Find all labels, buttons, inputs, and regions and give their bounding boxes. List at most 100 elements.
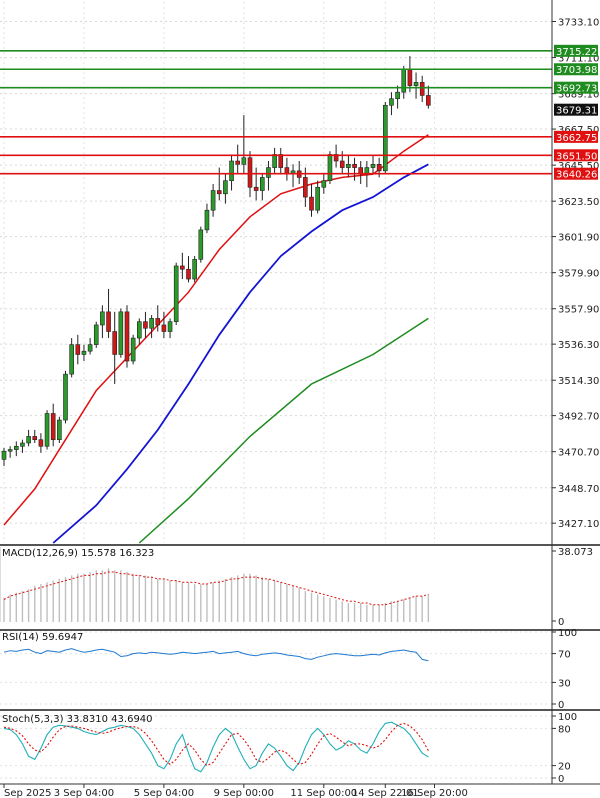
candle-body: [376, 164, 382, 172]
candle-body: [346, 164, 351, 168]
candle-body: [370, 164, 376, 168]
price-tick-label: 3579.90: [558, 269, 599, 280]
candle-body: [118, 311, 124, 355]
candle-body: [173, 265, 179, 322]
resistance-level-label: 3703.98: [556, 65, 597, 76]
x-tick-label: 5 Sep 04:00: [134, 788, 194, 798]
candle-body: [143, 321, 148, 329]
candle-body: [407, 68, 413, 86]
candle-body: [259, 177, 265, 191]
candle-body: [130, 337, 136, 362]
candle-body: [180, 265, 185, 270]
rsi-tick-label: 100: [558, 628, 577, 639]
price-tick-label: 3427.10: [558, 519, 599, 530]
macd-title: MACD(12,26,9) 15.578 16.323: [2, 548, 154, 559]
rsi-tick-label: 70: [558, 650, 571, 661]
candle-body: [253, 186, 259, 191]
candle-body: [186, 268, 191, 280]
candle-body: [272, 154, 277, 168]
stoch-k-line: [3, 721, 429, 773]
candle-body: [278, 154, 284, 168]
stoch-d-line: [3, 722, 429, 767]
candle-body: [161, 324, 167, 332]
candle-body: [413, 82, 419, 86]
stoch-tick-label: 100: [558, 712, 577, 723]
price-tick-label: 3536.30: [558, 340, 599, 351]
candle-body: [149, 318, 154, 329]
candle-body: [426, 95, 431, 106]
ma-fast-line: [3, 134, 429, 526]
candle-body: [20, 442, 25, 447]
candle-body: [382, 104, 388, 172]
candle-body: [75, 344, 81, 355]
candle-body: [100, 311, 105, 326]
stoch-tick-label: 0: [558, 774, 564, 785]
candle-body: [50, 413, 56, 441]
candle-body: [63, 373, 68, 421]
candle-body: [210, 190, 216, 211]
resistance-level-label: 3692.73: [556, 84, 597, 95]
candle-body: [112, 331, 117, 355]
price-tick-label: 3557.90: [558, 305, 599, 316]
current-price-label: 3679.31: [556, 106, 597, 117]
stoch-tick-label: 80: [558, 724, 571, 735]
candle-body: [106, 311, 111, 332]
x-tick-label: 16 Sep 20:00: [401, 788, 468, 798]
price-tick-label: 3492.70: [558, 412, 599, 423]
rsi-tick-label: 30: [558, 678, 571, 689]
candle-body: [229, 160, 234, 181]
rsi-title: RSI(14) 59.6947: [2, 632, 83, 643]
support-level-label: 3651.50: [556, 151, 597, 162]
macd-tick-label: 38.073: [558, 547, 593, 558]
candle-body: [235, 160, 240, 165]
candle-body: [303, 177, 308, 198]
candle-body: [137, 321, 142, 339]
rsi-line: [3, 648, 429, 662]
candle-body: [26, 436, 31, 444]
candle-body: [69, 344, 74, 375]
price-tick-label: 3623.50: [558, 197, 599, 208]
x-tick-label: 11 Sep 00:00: [290, 788, 357, 798]
chart-canvas: 3733.103711.103689.103667.503645.503623.…: [0, 0, 600, 798]
candle-body: [309, 196, 314, 211]
candle-body: [44, 413, 50, 447]
candle-body: [327, 154, 333, 181]
candle-body: [7, 449, 13, 452]
x-tick-label: Sep 2025: [4, 788, 51, 798]
candle-body: [124, 311, 130, 362]
candle-body: [198, 229, 204, 260]
price-tick-label: 3733.10: [558, 18, 599, 29]
candle-body: [395, 91, 400, 100]
candle-body: [419, 82, 425, 96]
candle-body: [266, 167, 271, 178]
candle-body: [155, 318, 161, 326]
candle-body: [401, 68, 407, 93]
candle-body: [87, 344, 93, 352]
macd-signal-line: [3, 571, 429, 606]
candle-body: [223, 180, 228, 195]
candle-body: [352, 164, 357, 168]
candle-body: [167, 321, 173, 332]
candle-body: [38, 439, 44, 447]
macd-tick-label: 0: [558, 617, 564, 628]
x-tick-label: 3 Sep 04:00: [54, 788, 114, 798]
candle-body: [192, 259, 197, 280]
price-tick-label: 3514.30: [558, 376, 599, 387]
stoch-tick-label: 20: [558, 762, 571, 773]
candle-body: [339, 160, 345, 168]
candle-body: [93, 324, 99, 345]
candle-body: [241, 157, 247, 165]
candle-body: [315, 186, 320, 211]
candle-body: [389, 98, 394, 106]
candle-body: [247, 157, 253, 188]
resistance-level-label: 3715.22: [556, 47, 597, 58]
candle-body: [1, 450, 7, 460]
ma-mid-line: [52, 163, 429, 544]
support-level-label: 3640.26: [556, 170, 597, 181]
candle-body: [81, 350, 87, 355]
candle-body: [216, 190, 222, 195]
candle-body: [32, 436, 38, 441]
price-tick-label: 3601.90: [558, 233, 599, 244]
x-tick-label: 9 Sep 00:00: [214, 788, 274, 798]
stoch-title: Stoch(5,3,3) 33.8310 43.6940: [2, 714, 153, 725]
